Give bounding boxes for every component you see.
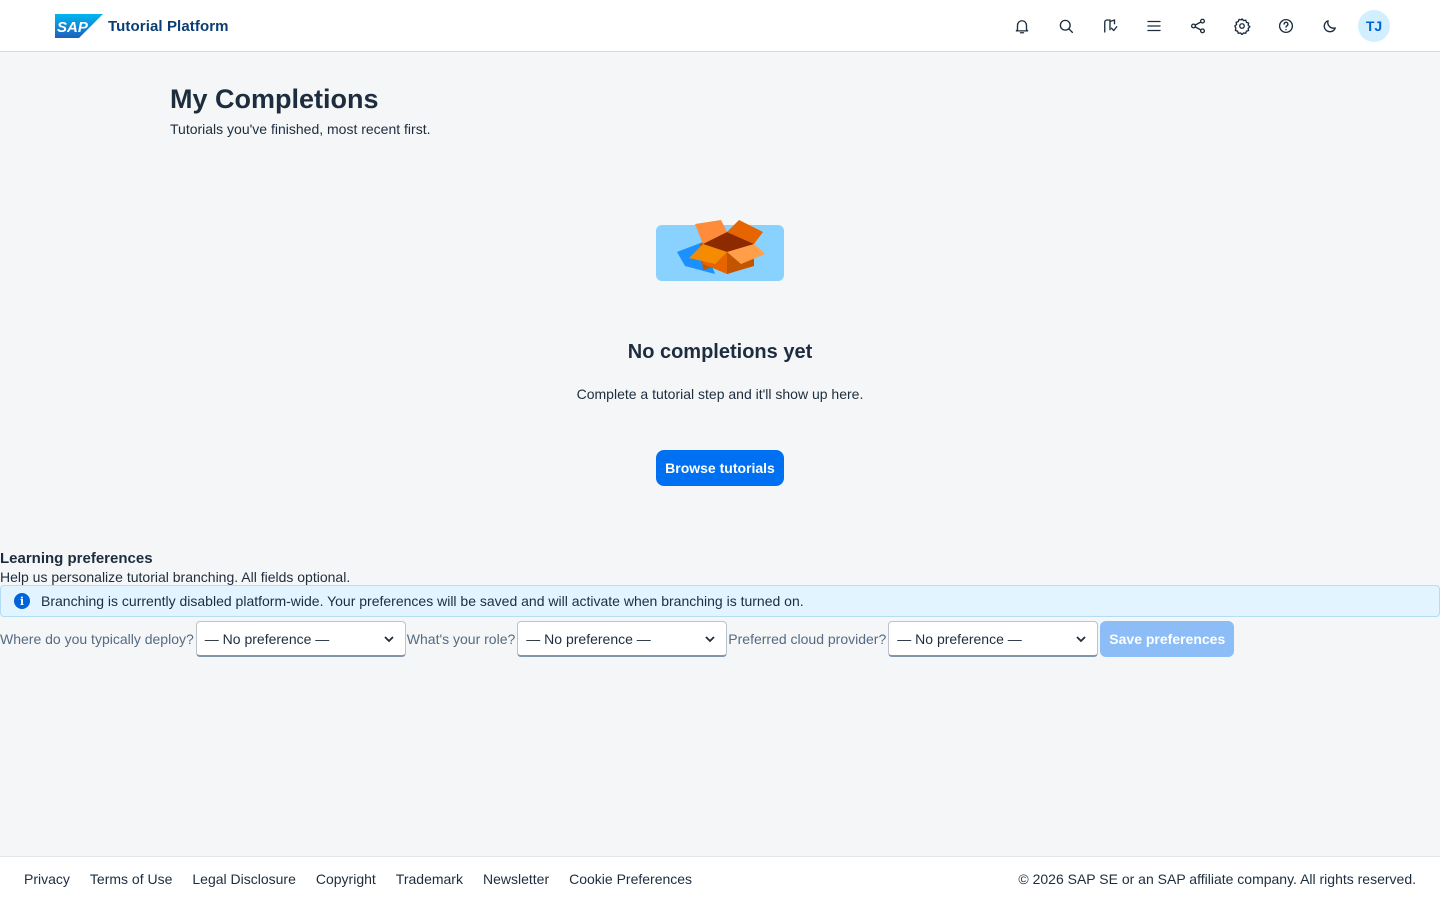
role-label: What's your role?	[406, 631, 516, 647]
preferences-subtitle: Help us personalize tutorial branching. …	[0, 569, 351, 585]
search-button[interactable]	[1050, 10, 1082, 42]
preferences-form: Where do you typically deploy? — No pref…	[0, 621, 1235, 657]
moon-icon	[1323, 20, 1336, 33]
chevron-down-icon	[705, 635, 715, 642]
chevron-down-icon	[384, 635, 394, 642]
theme-toggle-button[interactable]	[1314, 10, 1346, 42]
learning-path-icon	[1104, 19, 1118, 33]
save-preferences-button[interactable]: Save preferences	[1100, 621, 1235, 657]
branching-info-strip: i Branching is currently disabled platfo…	[0, 585, 1440, 617]
empty-state-title: No completions yet	[627, 341, 813, 363]
page-subtitle: Tutorials you've finished, most recent f…	[170, 121, 431, 137]
footer-link-trademark[interactable]: Trademark	[396, 871, 463, 887]
footer-link-terms[interactable]: Terms of Use	[90, 871, 172, 887]
empty-state-description: Complete a tutorial step and it'll show …	[576, 386, 864, 402]
preferences-title: Learning preferences	[0, 550, 153, 567]
brand-title: Tutorial Platform	[108, 17, 229, 35]
footer-link-privacy[interactable]: Privacy	[24, 871, 70, 887]
footer-link-copyright[interactable]: Copyright	[316, 871, 376, 887]
role-select[interactable]: — No preference —	[517, 621, 728, 657]
menu-button[interactable]	[1138, 10, 1170, 42]
footer: Privacy Terms of Use Legal Disclosure Co…	[0, 856, 1440, 900]
deploy-select-value: — No preference —	[204, 630, 330, 647]
shell-actions: TJ	[994, 10, 1390, 42]
brand[interactable]: SAP Tutorial Platform	[55, 14, 229, 38]
page-title: My Completions	[170, 84, 379, 114]
svg-text:SAP: SAP	[57, 19, 89, 36]
settings-button[interactable]	[1226, 10, 1258, 42]
sap-logo: SAP	[55, 14, 103, 38]
copyright-text: © 2026 SAP SE or an SAP affiliate compan…	[1018, 870, 1416, 887]
footer-link-cookies[interactable]: Cookie Preferences	[569, 871, 692, 887]
chevron-down-icon	[1076, 635, 1086, 642]
role-select-value: — No preference —	[526, 630, 651, 647]
info-message: Branching is currently disabled platform…	[41, 593, 804, 609]
settings-icon	[1234, 18, 1251, 35]
browse-tutorials-button[interactable]: Browse tutorials	[656, 450, 784, 486]
deploy-select[interactable]: — No preference —	[195, 621, 406, 657]
cloud-provider-select-value: — No preference —	[897, 630, 1022, 647]
help-button[interactable]	[1270, 10, 1302, 42]
cloud-provider-label: Preferred cloud provider?	[728, 631, 887, 647]
search-icon	[1059, 19, 1074, 34]
user-avatar[interactable]: TJ	[1358, 10, 1390, 42]
learning-path-button[interactable]	[1094, 10, 1126, 42]
deploy-label: Where do you typically deploy?	[0, 631, 194, 647]
footer-link-newsletter[interactable]: Newsletter	[483, 871, 549, 887]
bell-icon	[1015, 20, 1029, 34]
help-icon	[1278, 18, 1294, 34]
shell-bar: SAP Tutorial Platform TJ	[0, 0, 1440, 52]
share-button[interactable]	[1182, 10, 1214, 42]
footer-link-legal[interactable]: Legal Disclosure	[192, 871, 296, 887]
info-icon: i	[14, 593, 30, 609]
empty-box-illustration	[656, 220, 784, 281]
menu-icon	[1147, 20, 1161, 32]
cloud-provider-select[interactable]: — No preference —	[888, 621, 1099, 657]
notifications-button[interactable]	[1006, 10, 1038, 42]
share-icon	[1190, 18, 1206, 34]
footer-links: Privacy Terms of Use Legal Disclosure Co…	[24, 871, 712, 887]
